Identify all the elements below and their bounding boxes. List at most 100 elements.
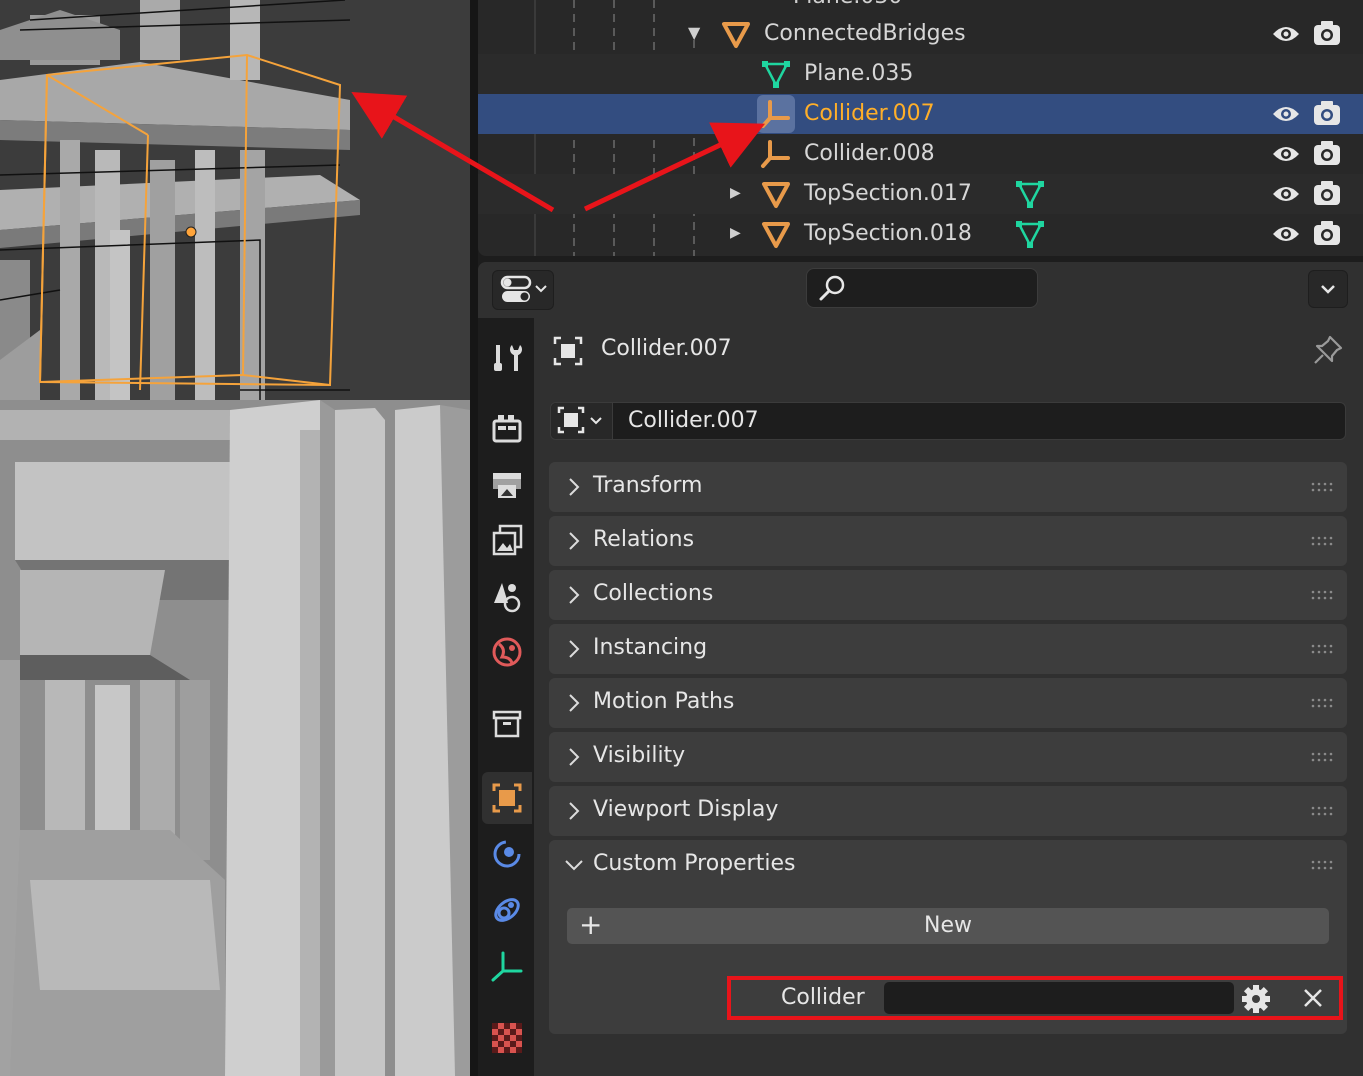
eye-icon[interactable] bbox=[1271, 180, 1301, 208]
eye-icon[interactable] bbox=[1271, 100, 1301, 128]
object-name-title: Collider.007 bbox=[601, 336, 732, 361]
outliner-row-plane-035[interactable]: Plane.035 bbox=[478, 54, 1363, 94]
texture-tab[interactable] bbox=[482, 1012, 532, 1064]
properties-tab-bar bbox=[478, 318, 534, 1076]
eye-icon[interactable] bbox=[1271, 20, 1301, 48]
outliner-row-label: TopSection.017 bbox=[804, 181, 972, 206]
collection-tab[interactable] bbox=[482, 698, 532, 750]
physics-icon bbox=[493, 840, 521, 868]
drag-grip-icon[interactable] bbox=[1311, 752, 1333, 762]
mesh-object-icon bbox=[762, 182, 790, 208]
panel-transform[interactable]: Transform bbox=[549, 462, 1347, 512]
constraints-tab[interactable] bbox=[482, 884, 532, 936]
mesh-object-icon bbox=[762, 222, 790, 248]
outliner-row-collider-007[interactable]: Collider.007 bbox=[478, 94, 1363, 134]
world-icon bbox=[492, 637, 522, 667]
camera-icon[interactable] bbox=[1312, 98, 1342, 128]
custom-property-value-field[interactable] bbox=[884, 982, 1234, 1014]
area-split[interactable] bbox=[470, 0, 478, 1076]
camera-icon[interactable] bbox=[1312, 18, 1342, 48]
outliner-row-topsection-018[interactable]: ▶ TopSection.018 bbox=[478, 214, 1363, 254]
drag-grip-icon[interactable] bbox=[1311, 590, 1333, 600]
close-icon[interactable] bbox=[1301, 986, 1325, 1010]
drag-grip-icon[interactable] bbox=[1311, 482, 1333, 492]
object-type-selector[interactable] bbox=[551, 403, 613, 439]
collection-icon bbox=[492, 710, 522, 738]
new-button-label: New bbox=[924, 913, 972, 938]
render-tab[interactable] bbox=[482, 402, 532, 454]
drag-grip-icon[interactable] bbox=[1311, 644, 1333, 654]
eye-icon[interactable] bbox=[1271, 220, 1301, 248]
search-input[interactable] bbox=[806, 268, 1038, 308]
mesh-object-icon bbox=[722, 22, 750, 48]
mesh-data-icon[interactable] bbox=[1014, 218, 1046, 250]
panel-collections[interactable]: Collections bbox=[549, 570, 1347, 620]
panel-title: Instancing bbox=[593, 635, 708, 660]
object-icon bbox=[492, 783, 522, 813]
chevron-right-icon bbox=[569, 640, 580, 658]
chevron-right-icon bbox=[569, 478, 580, 496]
physics-tab[interactable] bbox=[482, 828, 532, 880]
drag-grip-icon[interactable] bbox=[1311, 806, 1333, 816]
outliner-row-label: Collider.007 bbox=[804, 101, 935, 126]
outliner-row-topsection-017[interactable]: ▶ TopSection.017 bbox=[478, 174, 1363, 214]
object-icon bbox=[557, 406, 602, 434]
world-tab[interactable] bbox=[482, 626, 532, 678]
outliner-row-label: Plane.035 bbox=[804, 61, 914, 86]
output-tab[interactable] bbox=[482, 458, 532, 510]
view-layer-tab[interactable] bbox=[482, 514, 532, 566]
scene-icon bbox=[494, 583, 521, 613]
expand-triangle-icon[interactable]: ▶ bbox=[730, 185, 741, 201]
constraint-icon bbox=[494, 898, 520, 922]
object-name-field[interactable]: Collider.007 bbox=[550, 402, 1346, 440]
tool-tab[interactable] bbox=[482, 332, 532, 384]
camera-icon[interactable] bbox=[1312, 138, 1342, 168]
render-icon bbox=[492, 415, 522, 443]
pin-icon[interactable] bbox=[1312, 334, 1344, 366]
outliner-row-collider-008[interactable]: Collider.008 bbox=[478, 134, 1363, 174]
panel-custom-properties: Custom Properties + New Collider bbox=[549, 840, 1347, 1034]
empty-axes-icon bbox=[761, 140, 790, 168]
panel-header-custom-properties[interactable]: Custom Properties bbox=[549, 840, 1347, 890]
properties-editor[interactable]: Collider.007 Collider.007 Transform Rela… bbox=[478, 262, 1363, 1076]
mesh-data-icon bbox=[762, 61, 790, 88]
panel-title: Relations bbox=[593, 527, 695, 552]
camera-icon[interactable] bbox=[1312, 178, 1342, 208]
panel-motion-paths[interactable]: Motion Paths bbox=[549, 678, 1347, 728]
object-data-tab[interactable] bbox=[482, 940, 532, 992]
scene-tab[interactable] bbox=[482, 570, 532, 622]
empty-axes-icon bbox=[491, 951, 523, 982]
chevron-right-icon bbox=[569, 802, 580, 820]
3d-viewport[interactable] bbox=[0, 0, 470, 1076]
panel-relations[interactable]: Relations bbox=[549, 516, 1347, 566]
eye-icon[interactable] bbox=[1271, 140, 1301, 168]
drag-grip-icon[interactable] bbox=[1311, 698, 1333, 708]
outliner-row-label: TopSection.018 bbox=[804, 221, 972, 246]
outliner-partial-row-label: Plane.030 bbox=[793, 0, 902, 9]
editor-type-button[interactable] bbox=[492, 270, 554, 310]
panel-instancing[interactable]: Instancing bbox=[549, 624, 1347, 674]
outliner[interactable]: Plane.030 ▼ ConnectedBridges Plane.035 C… bbox=[478, 0, 1363, 256]
outliner-row-connectedbridges[interactable]: ▼ ConnectedBridges bbox=[478, 14, 1363, 54]
panel-title: Motion Paths bbox=[593, 689, 735, 714]
object-tab[interactable] bbox=[482, 772, 532, 824]
object-icon bbox=[553, 336, 583, 366]
printer-icon bbox=[493, 473, 521, 498]
checker-texture-icon bbox=[492, 1023, 522, 1053]
properties-header bbox=[478, 262, 1363, 318]
drag-grip-icon[interactable] bbox=[1311, 860, 1333, 870]
gear-icon[interactable] bbox=[1241, 984, 1271, 1014]
expand-triangle-icon[interactable]: ▼ bbox=[688, 23, 700, 42]
panel-visibility[interactable]: Visibility bbox=[549, 732, 1347, 782]
outliner-row-label: ConnectedBridges bbox=[764, 21, 966, 46]
options-dropdown-button[interactable] bbox=[1308, 270, 1348, 308]
new-property-button[interactable]: + New bbox=[567, 908, 1329, 944]
image-stack-icon bbox=[492, 524, 523, 556]
expand-triangle-icon[interactable]: ▶ bbox=[730, 225, 741, 241]
camera-icon[interactable] bbox=[1312, 218, 1342, 248]
mesh-data-icon[interactable] bbox=[1014, 178, 1046, 210]
panel-viewport-display[interactable]: Viewport Display bbox=[549, 786, 1347, 836]
empty-axes-icon bbox=[761, 100, 790, 128]
chevron-right-icon bbox=[569, 694, 580, 712]
drag-grip-icon[interactable] bbox=[1311, 536, 1333, 546]
